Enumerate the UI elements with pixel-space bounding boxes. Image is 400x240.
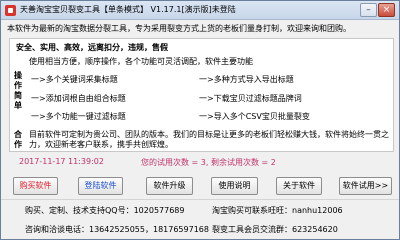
window-title: 天善淘宝宝贝裂变工具【单条模式】 V1.17.1[演示版]未登陆 xyxy=(20,5,236,14)
upgrade-button[interactable]: 软件升级 xyxy=(146,177,193,195)
feature-item: 一>多种方式导入导出标题 xyxy=(199,75,294,84)
feature-item: 一>导入多个CSV宝贝批量裂变 xyxy=(199,112,310,121)
app-icon xyxy=(5,5,16,16)
about-button[interactable]: 关于软件 xyxy=(276,177,322,195)
trial-button[interactable]: 软件试用>> xyxy=(339,177,392,195)
feature-item: 一>多个功能一键过滤标题 xyxy=(31,112,126,121)
title-bar[interactable]: 天善淘宝宝贝裂变工具【单条模式】 V1.17.1[演示版]未登陆 – × xyxy=(1,1,399,20)
feature-item: 一>下载宝贝过滤标题品牌词 xyxy=(199,94,302,103)
app-window: 天善淘宝宝贝裂变工具【单条模式】 V1.17.1[演示版]未登陆 – × 本软件… xyxy=(0,0,400,240)
wangwang-contact: 淘宝购买可联系旺旺：nanhu12006 xyxy=(212,206,343,215)
intro-text: 本软件为最新的淘宝数据分裂工具，专为采用裂变方式上货的老板们量身打制，欢迎来询和… xyxy=(7,24,351,33)
login-button[interactable]: 登陆软件 xyxy=(78,177,123,195)
buy-software-button[interactable]: 购买软件 xyxy=(13,177,58,195)
qq-contact: 购买、定制、技术支持QQ号：1020577689 xyxy=(25,206,185,215)
minimize-button[interactable]: – xyxy=(360,3,377,17)
usage-guide: 使用相当方便，顺序操作，各个功能可灵活调配，软件主要功能 xyxy=(29,57,253,66)
side-label-cooperation: 合作 xyxy=(14,130,22,149)
feature-panel: 安全、实用、高效，远离扣分，违规，售假 操作简单 使用相当方便，顺序操作，各个功… xyxy=(9,38,394,152)
feature-item: 一>多个关键词采集标题 xyxy=(31,75,118,84)
manual-button[interactable]: 使用说明 xyxy=(211,177,258,195)
features-heading: 安全、实用、高效，远离扣分，违规，售假 xyxy=(16,43,168,52)
footer-divider xyxy=(1,199,399,200)
feature-item: 一>添加词根自由组合标题 xyxy=(31,94,126,103)
close-button[interactable]: × xyxy=(378,3,395,17)
cooperation-text: 目前软件可定制为贵公司、团队的版本。我们的目标是让更多的老板们轻松赚大钱，软件将… xyxy=(29,130,389,149)
trial-count-status: 您的试用次数 = 3, 剩余试用次数 = 2 xyxy=(141,158,276,167)
phone-contact: 咨询和洽谈电话：13642525055，18176597168 xyxy=(25,225,209,234)
side-label-operations: 操作简单 xyxy=(14,71,22,110)
member-group-contact: 裂变工具会员交流群：623254620 xyxy=(212,225,338,234)
current-datetime: 2017-11-17 11:39:02 xyxy=(19,157,104,166)
